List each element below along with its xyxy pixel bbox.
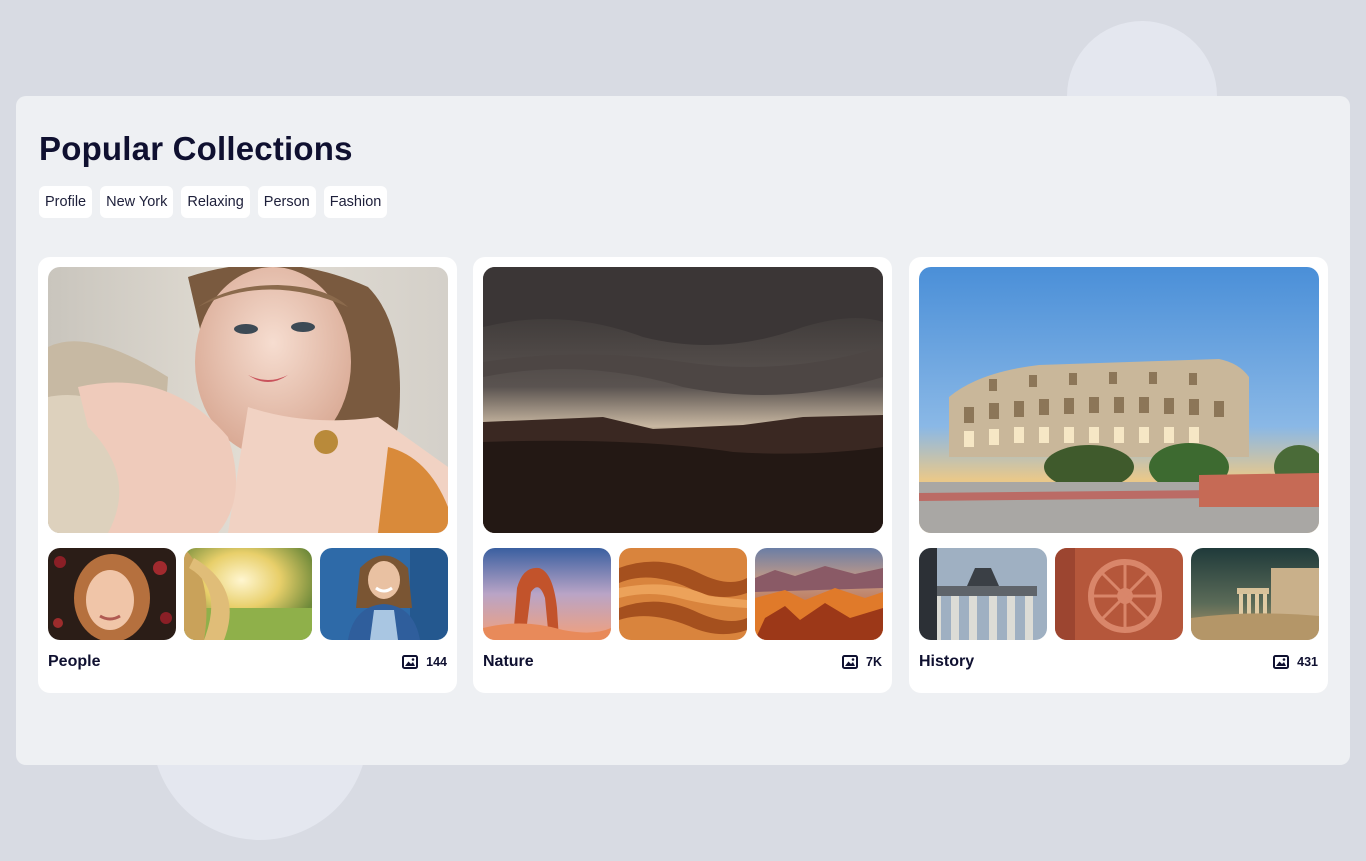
collection-count: 7K (842, 655, 882, 669)
collection-thumbnail[interactable] (320, 548, 448, 640)
collection-card-history[interactable]: History 431 (909, 257, 1328, 693)
collection-thumbnail[interactable] (755, 548, 883, 640)
collection-main-image[interactable] (919, 267, 1319, 533)
tag-relaxing[interactable]: Relaxing (181, 186, 250, 218)
collection-count-value: 7K (866, 655, 882, 669)
collection-main-image[interactable] (483, 267, 883, 533)
collection-count: 431 (1273, 655, 1318, 669)
collection-main-image[interactable] (48, 267, 448, 533)
collection-thumbnail[interactable] (483, 548, 611, 640)
collection-thumbnail[interactable] (619, 548, 747, 640)
collection-count-value: 144 (426, 655, 447, 669)
tag-profile[interactable]: Profile (39, 186, 93, 218)
collection-card-nature[interactable]: Nature 7K (473, 257, 892, 693)
collection-thumbnail[interactable] (48, 548, 176, 640)
tag-new-york[interactable]: New York (100, 186, 174, 218)
collection-count-value: 431 (1297, 655, 1318, 669)
tag-fashion[interactable]: Fashion (323, 186, 388, 218)
collection-thumbnail[interactable] (1055, 548, 1183, 640)
collection-name: History (919, 653, 975, 670)
collection-thumbnail[interactable] (919, 548, 1047, 640)
tag-list: Profile New York Relaxing Person Fashion (39, 186, 388, 218)
collection-count: 144 (402, 655, 447, 669)
collection-name: People (48, 653, 101, 670)
collections-panel: Popular Collections Profile New York Rel… (16, 96, 1350, 765)
image-icon (842, 655, 859, 669)
image-icon (1273, 655, 1290, 669)
page-title: Popular Collections (39, 130, 353, 167)
collection-thumbnail[interactable] (1191, 548, 1319, 640)
collection-name: Nature (483, 653, 534, 670)
collection-card-people[interactable]: People 144 (38, 257, 457, 693)
image-icon (402, 655, 419, 669)
tag-person[interactable]: Person (257, 186, 316, 218)
collection-thumbnail[interactable] (184, 548, 312, 640)
